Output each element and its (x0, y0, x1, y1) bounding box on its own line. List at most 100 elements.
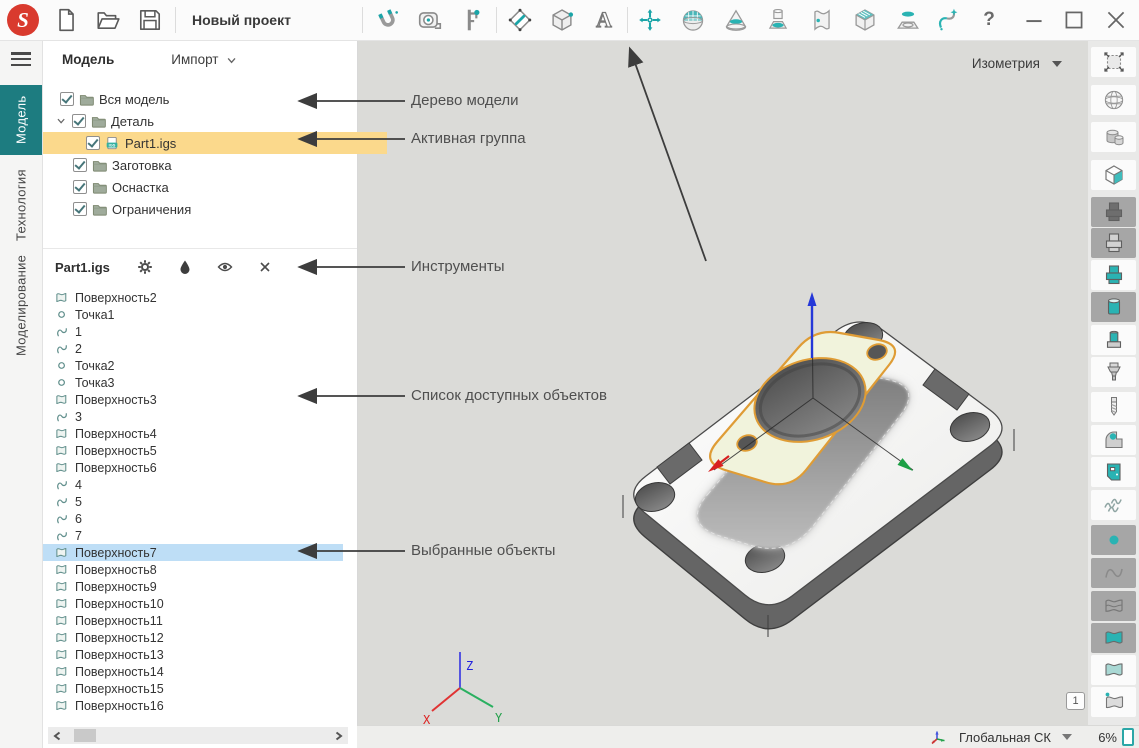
list-item-selected[interactable]: Поверхность7 (42, 544, 343, 561)
list-item[interactable]: 1 (42, 323, 343, 340)
list-item[interactable]: 2 (42, 340, 343, 357)
chevron-down-icon[interactable] (1062, 734, 1072, 740)
solid-button[interactable] (548, 6, 576, 34)
surface-button[interactable] (808, 6, 836, 34)
scroll-right-icon[interactable] (333, 730, 345, 742)
list-item[interactable]: Поверхность8 (42, 561, 343, 578)
checkbox-checked[interactable] (72, 114, 86, 128)
droplet-icon[interactable] (177, 259, 193, 275)
surfaces-filter-button[interactable] (1091, 591, 1136, 621)
list-item[interactable]: Поверхность12 (42, 629, 343, 646)
selected-surfaces-button[interactable] (1091, 687, 1136, 717)
save-project-button[interactable] (136, 6, 164, 34)
sketch-button[interactable] (506, 6, 534, 34)
list-item[interactable]: Поверхность16 (42, 697, 343, 714)
list-item[interactable]: Поверхность3 (42, 391, 343, 408)
tree-item-part1-active-group[interactable]: IGS Part1.igs (42, 132, 387, 154)
measure-button[interactable] (416, 6, 444, 34)
list-item[interactable]: 5 (42, 493, 343, 510)
snap-button[interactable] (374, 6, 402, 34)
list-item[interactable]: Поверхность5 (42, 442, 343, 459)
list-item[interactable]: Поверхность14 (42, 663, 343, 680)
checkbox-checked[interactable] (86, 136, 100, 150)
cone-tool-button[interactable] (1091, 357, 1136, 387)
curves-filter-button[interactable] (1091, 558, 1136, 588)
transform-button[interactable] (636, 6, 664, 34)
revolve-button[interactable] (722, 6, 750, 34)
app-logo-icon: S (7, 4, 39, 36)
tree-item-workpiece[interactable]: Заготовка (42, 154, 374, 176)
close-icon[interactable] (257, 259, 273, 275)
checkbox-checked[interactable] (73, 202, 87, 216)
mesh-button[interactable] (679, 6, 707, 34)
caliper-button[interactable] (458, 6, 486, 34)
chevron-down-icon[interactable] (226, 55, 238, 67)
import-menu[interactable]: Импорт (171, 52, 218, 67)
list-item[interactable]: Точка2 (42, 357, 343, 374)
solids-light-button[interactable] (1091, 228, 1136, 258)
list-item[interactable]: Точка3 (42, 374, 343, 391)
tree-item-whole-model[interactable]: Вся модель (42, 88, 361, 110)
checkbox-checked[interactable] (60, 92, 74, 106)
new-project-button[interactable] (52, 6, 80, 34)
surface-half-button[interactable] (1091, 655, 1136, 685)
checkbox-checked[interactable] (73, 158, 87, 172)
hatch-button[interactable] (1091, 490, 1136, 520)
list-item[interactable]: Поверхность10 (42, 595, 343, 612)
open-project-button[interactable] (94, 6, 122, 34)
eye-icon[interactable] (217, 259, 233, 275)
tab-modeling[interactable]: Моделирование (0, 258, 42, 353)
list-item[interactable]: Поверхность11 (42, 612, 343, 629)
list-item[interactable]: 3 (42, 408, 343, 425)
maximize-button[interactable] (1060, 6, 1088, 34)
coordinate-system-selector[interactable]: Глобальная СК (959, 730, 1051, 745)
gear-icon[interactable] (137, 259, 153, 275)
text-button[interactable]: A (590, 6, 618, 34)
close-button[interactable] (1102, 6, 1130, 34)
triad-y-label: Y (495, 711, 503, 725)
lathe-tool-button[interactable] (1091, 425, 1136, 455)
rotate-view-button[interactable] (1091, 85, 1136, 115)
workpiece-button[interactable] (851, 6, 879, 34)
3d-viewport[interactable]: Z X Y Изометрия (357, 40, 1088, 725)
tab-model[interactable]: Модель (0, 85, 42, 155)
scroll-left-icon[interactable] (51, 730, 63, 742)
toolpath-button[interactable] (934, 6, 962, 34)
list-item[interactable]: Поверхность4 (42, 425, 343, 442)
list-item[interactable]: Поверхность13 (42, 646, 343, 663)
drill-tool-button[interactable] (1091, 392, 1136, 422)
list-item[interactable]: 6 (42, 510, 343, 527)
horizontal-scrollbar[interactable] (48, 727, 348, 744)
zoom-level[interactable]: 6% (1098, 730, 1117, 745)
tab-technology[interactable]: Технология (0, 158, 42, 253)
extrude-button[interactable] (764, 6, 792, 34)
list-item[interactable]: Поверхность6 (42, 459, 343, 476)
points-filter-button[interactable] (1091, 525, 1136, 555)
tree-item-detail[interactable]: Деталь (42, 110, 357, 132)
cylinder-base-button[interactable] (1091, 325, 1136, 355)
help-button[interactable]: ? (976, 0, 1002, 40)
lathe-holder-button[interactable] (1091, 457, 1136, 487)
cylinder-selected-button[interactable] (1091, 292, 1136, 322)
list-item[interactable]: Поверхность15 (42, 680, 343, 697)
list-item[interactable]: 4 (42, 476, 343, 493)
tree-item-fixture[interactable]: Оснастка (42, 176, 374, 198)
scrollbar-thumb[interactable] (74, 729, 96, 742)
tree-item-restrictions[interactable]: Ограничения (42, 198, 374, 220)
list-item[interactable]: Точка1 (42, 306, 343, 323)
minimize-button[interactable] (1020, 6, 1048, 34)
checkbox-checked[interactable] (73, 180, 87, 194)
expand-chevron-icon[interactable] (56, 116, 67, 127)
list-item[interactable]: Поверхность2 (42, 289, 343, 306)
pocket-button[interactable] (894, 6, 922, 34)
solids-teal-button[interactable] (1091, 260, 1136, 290)
shaded-view-button[interactable] (1091, 122, 1136, 152)
iso-view-button[interactable] (1091, 160, 1136, 190)
surface-teal-button[interactable] (1091, 623, 1136, 653)
view-orientation-selector[interactable]: Изометрия (972, 56, 1062, 71)
list-item[interactable]: Поверхность9 (42, 578, 343, 595)
main-menu-button[interactable] (11, 52, 31, 66)
solids-dark-button[interactable] (1091, 197, 1136, 227)
list-item[interactable]: 7 (42, 527, 343, 544)
zoom-fit-button[interactable] (1091, 47, 1136, 77)
